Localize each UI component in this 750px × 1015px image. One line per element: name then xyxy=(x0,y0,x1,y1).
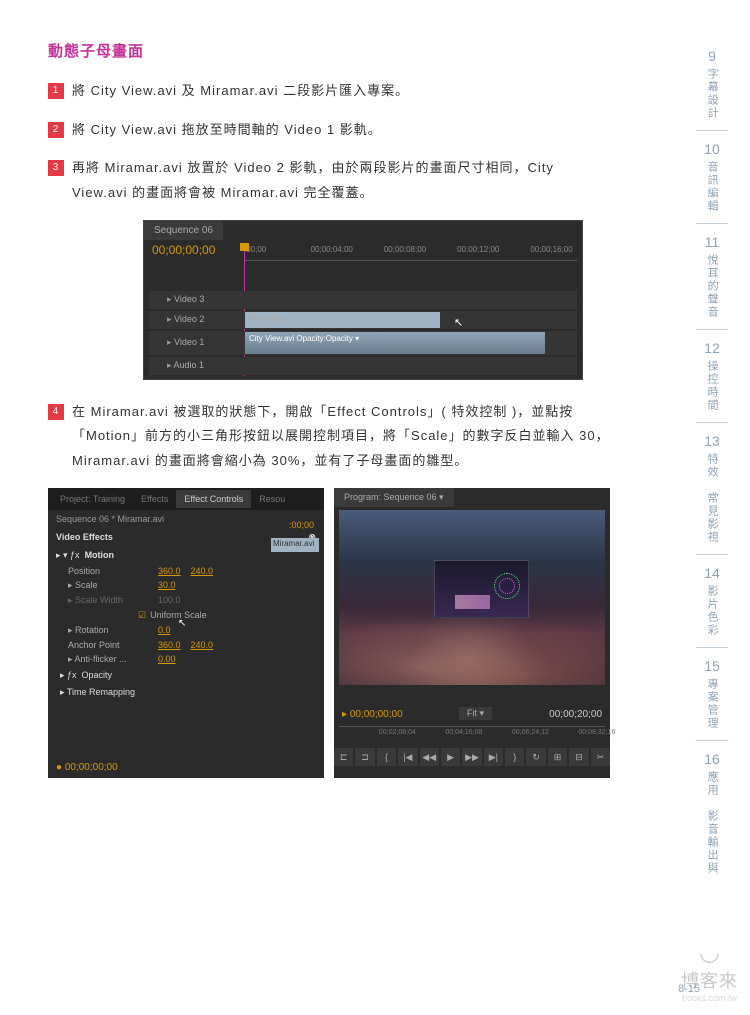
nav-item[interactable]: 9字幕設計 xyxy=(692,48,732,120)
loop-button[interactable]: ↻ xyxy=(526,748,545,766)
program-tab[interactable]: Program: Sequence 06 ▾ xyxy=(334,488,454,507)
watermark-text: 博客來 xyxy=(681,967,738,993)
panel-tabs: Project: Training Effects Effect Control… xyxy=(48,488,324,510)
nav-item[interactable]: 15專案管理 xyxy=(692,658,732,730)
building-icon xyxy=(455,595,490,609)
tab-resources[interactable]: Resou xyxy=(251,490,293,508)
track-label: Video 1 xyxy=(149,337,239,348)
panel-time[interactable]: ● 00;00;00;00 xyxy=(56,762,118,773)
current-time[interactable]: 00;00;00;00 xyxy=(152,243,215,257)
nav-item[interactable]: 16應用 影音輸出與 xyxy=(692,751,732,875)
ruler-tick: 00;06;24;12 xyxy=(512,729,549,736)
step-fwd-button[interactable]: ▶▶ xyxy=(462,748,481,766)
step-back-button[interactable]: ◀◀ xyxy=(420,748,439,766)
watermark-logo-icon: ◡ xyxy=(681,938,738,967)
step-number: 1 xyxy=(48,83,64,99)
play-button[interactable]: ▶ xyxy=(441,748,460,766)
scale-row[interactable]: ▸ Scale30.0 xyxy=(48,578,324,593)
control-button[interactable]: ⊏ xyxy=(334,748,353,766)
ferris-wheel-icon xyxy=(494,573,520,599)
step-text: 將 City View.avi 拖放至時間軸的 Video 1 影軌。 xyxy=(72,118,610,143)
preview-time-right: 00;00;20;00 xyxy=(549,709,602,720)
nav-item[interactable]: 14影片色彩 xyxy=(692,565,732,637)
ruler-tick: 00;00;04;00 xyxy=(311,245,353,254)
effect-controls-panel[interactable]: Project: Training Effects Effect Control… xyxy=(48,488,324,778)
ruler-tick: 00;00;16;00 xyxy=(530,245,572,254)
step-number: 2 xyxy=(48,122,64,138)
step-3: 3 再將 Miramar.avi 放置於 Video 2 影軌，由於兩段影片的畫… xyxy=(48,156,610,205)
tab-project[interactable]: Project: Training xyxy=(52,490,133,508)
control-button[interactable]: ⊐ xyxy=(355,748,374,766)
pip-overlay[interactable] xyxy=(434,560,529,618)
timeline-panel[interactable]: Sequence 06 00;00;00;00 :00;00 00;00;04;… xyxy=(143,220,583,380)
clip-path: Sequence 06 * Miramar.avi xyxy=(48,510,324,528)
scale-width-row: ▸ Scale Width100.0 xyxy=(48,593,324,608)
step-2: 2 將 City View.avi 拖放至時間軸的 Video 1 影軌。 xyxy=(48,118,610,143)
track-label: Video 3 xyxy=(149,294,239,305)
cursor-icon: ↖ xyxy=(454,316,463,329)
prev-frame-button[interactable]: |◀ xyxy=(398,748,417,766)
step-text: 再將 Miramar.avi 放置於 Video 2 影軌，由於兩段影片的畫面尺… xyxy=(72,156,610,205)
nav-item[interactable]: 12操控時間 xyxy=(692,340,732,412)
ruler-tick: 00;00;12;00 xyxy=(457,245,499,254)
control-button[interactable]: ✂ xyxy=(591,748,610,766)
clip-miramar[interactable]: Miramar.avi xyxy=(245,312,440,328)
step-1: 1 將 City View.avi 及 Miramar.avi 二段影片匯入專案… xyxy=(48,79,610,104)
step-4: 4 在 Miramar.avi 被選取的狀態下，開啟「Effect Contro… xyxy=(48,400,610,474)
track-video1[interactable]: Video 1 City View.avi Opacity:Opacity ▾ xyxy=(149,331,577,355)
control-button[interactable]: ⊟ xyxy=(569,748,588,766)
sequence-tab[interactable]: Sequence 06 xyxy=(144,221,223,240)
cursor-icon: ↖ xyxy=(178,618,186,629)
control-button[interactable]: ⊞ xyxy=(548,748,567,766)
step-text: 將 City View.avi 及 Miramar.avi 二段影片匯入專案。 xyxy=(72,79,610,104)
track-video3[interactable]: Video 3 xyxy=(149,291,577,309)
video-preview[interactable] xyxy=(339,510,605,685)
step-number: 4 xyxy=(48,404,64,420)
watermark-url: books.com.tw xyxy=(681,993,738,1003)
ruler-tick: 00;08;32;16 xyxy=(578,729,615,736)
time-remapping-section[interactable]: Time Remapping xyxy=(48,684,324,701)
anchor-point-row[interactable]: Anchor Point360.0240.0 xyxy=(48,638,324,652)
nav-item[interactable]: 11悅耳的聲音 xyxy=(692,234,732,319)
position-row[interactable]: Position360.0240.0 xyxy=(48,564,324,578)
nav-item[interactable]: 10音訊編輯 xyxy=(692,141,732,213)
tab-effects[interactable]: Effects xyxy=(133,490,176,508)
ruler-tick: 00;04;16;08 xyxy=(445,729,482,736)
control-button[interactable]: { xyxy=(377,748,396,766)
preview-ruler[interactable]: 00;02;08;04 00;04;16;08 00;06;24;12 00;0… xyxy=(339,726,605,740)
track-video2[interactable]: Video 2 Miramar.avi xyxy=(149,311,577,329)
fit-dropdown[interactable]: Fit ▾ xyxy=(459,707,492,720)
step-text: 在 Miramar.avi 被選取的狀態下，開啟「Effect Controls… xyxy=(72,400,610,474)
control-button[interactable]: } xyxy=(505,748,524,766)
chapter-nav: 9字幕設計 10音訊編輯 11悅耳的聲音 12操控時間 13特效 常見影視 14… xyxy=(692,48,732,880)
track-label: Audio 1 xyxy=(149,360,239,371)
opacity-section[interactable]: ƒx Opacity xyxy=(48,667,324,684)
clip-cityview[interactable]: City View.avi Opacity:Opacity ▾ xyxy=(245,332,545,354)
ruler-tick: 00;00;08;00 xyxy=(384,245,426,254)
program-monitor-panel[interactable]: Program: Sequence 06 ▾ ▸ 00;00;00;00 Fit… xyxy=(334,488,610,778)
mini-time: :00;00 xyxy=(289,520,314,530)
antiflicker-row[interactable]: ▸ Anti-flicker ...0.00 xyxy=(48,652,324,667)
playback-controls: ⊏ ⊐ { |◀ ◀◀ ▶ ▶▶ ▶| } ↻ ⊞ ⊟ ✂ xyxy=(334,744,610,770)
preview-time-left[interactable]: ▸ 00;00;00;00 xyxy=(342,709,403,720)
track-audio1[interactable]: Audio 1 xyxy=(149,357,577,375)
mini-clip[interactable]: Miramar.avi xyxy=(271,538,319,552)
next-frame-button[interactable]: ▶| xyxy=(484,748,503,766)
step-number: 3 xyxy=(48,160,64,176)
watermark: ◡ 博客來 books.com.tw xyxy=(681,938,738,1003)
section-title: 動態子母畫面 xyxy=(48,40,610,61)
ruler-tick: 00;02;08;04 xyxy=(379,729,416,736)
track-label: Video 2 xyxy=(149,314,239,325)
time-ruler[interactable]: :00;00 00;00;04;00 00;00;08;00 00;00;12;… xyxy=(244,243,577,261)
nav-item[interactable]: 13特效 常見影視 xyxy=(692,433,732,544)
tab-effect-controls[interactable]: Effect Controls xyxy=(176,490,251,508)
